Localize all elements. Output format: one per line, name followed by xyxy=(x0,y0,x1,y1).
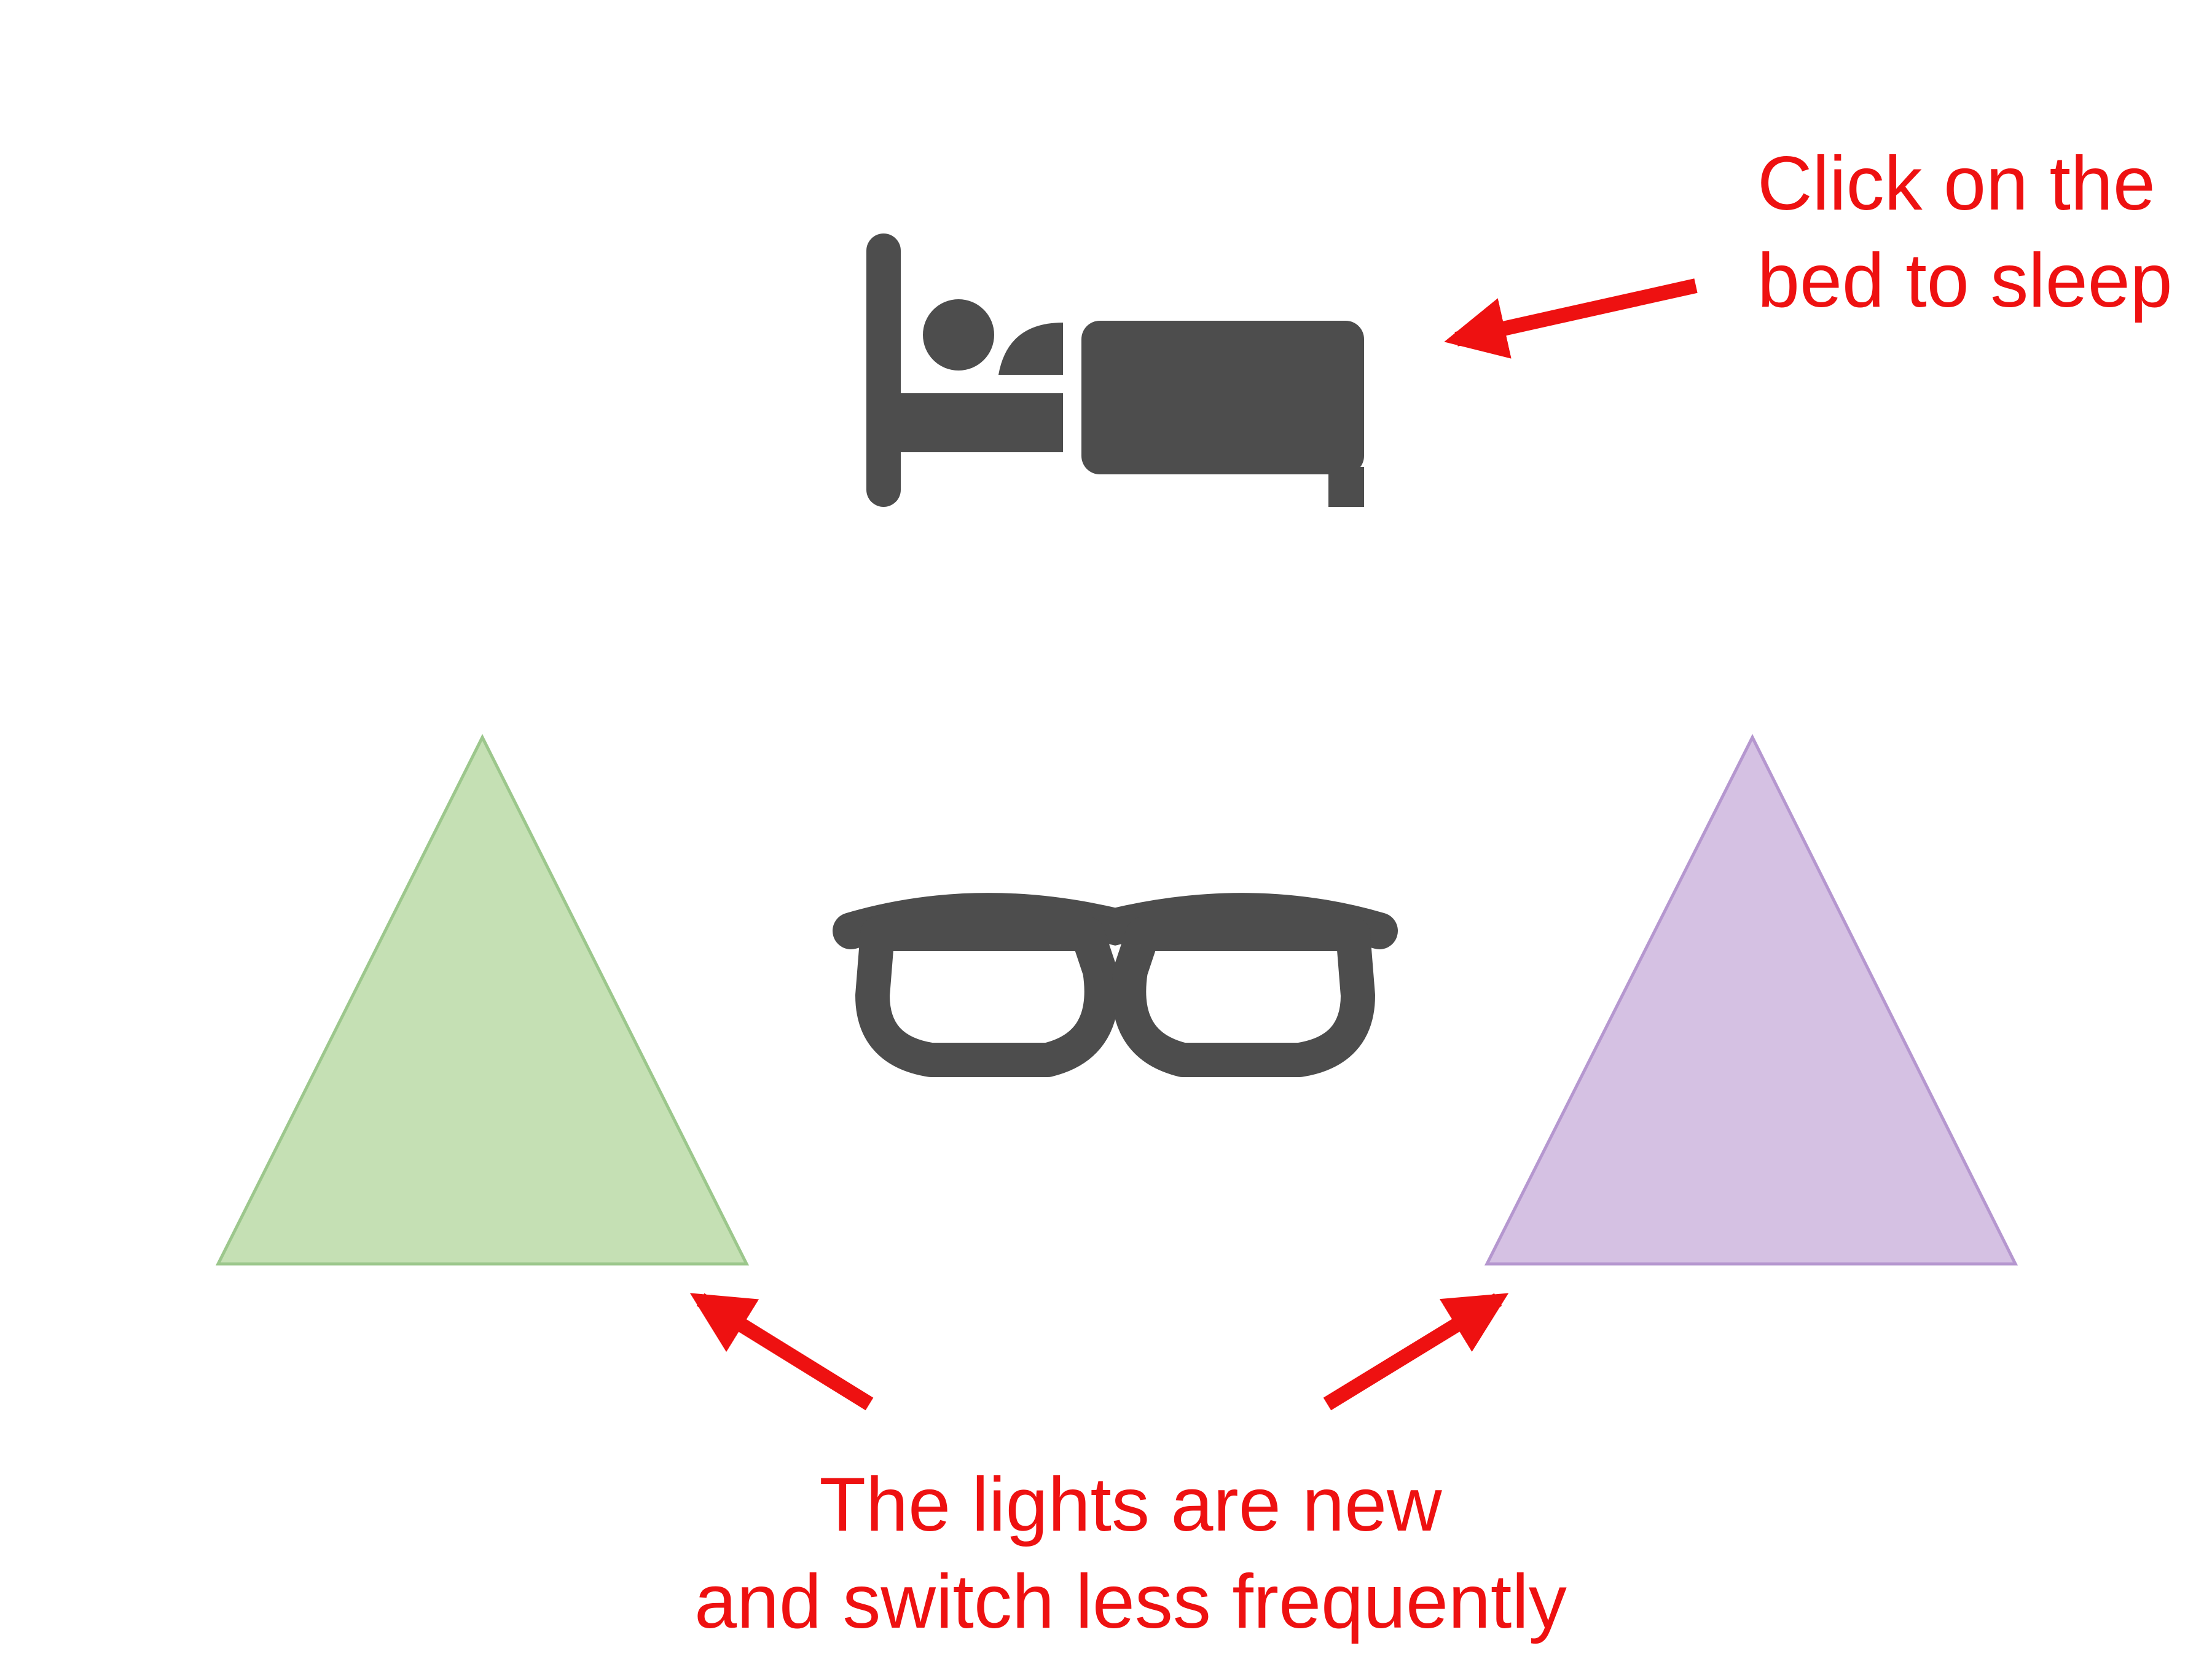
bed-pillow xyxy=(998,323,1063,375)
glasses-left-lens xyxy=(855,917,1119,1077)
bed-annotation-line2: bed to sleep xyxy=(1757,238,2173,323)
bed-headboard xyxy=(866,233,901,507)
glasses-icon[interactable] xyxy=(833,893,1398,1077)
bed-base xyxy=(866,393,1063,452)
bed-icon[interactable] xyxy=(866,233,1364,507)
bed-blanket xyxy=(1081,321,1364,474)
lights-annotation-line1: The lights are new xyxy=(819,1462,1442,1547)
bed-arrow xyxy=(1444,278,1698,359)
bed-annotation-line1: Click on the xyxy=(1757,141,2155,226)
green-light-triangle[interactable] xyxy=(215,734,750,1266)
bed-foot-leg xyxy=(1328,467,1364,507)
bed-pillow-head xyxy=(923,299,994,371)
purple-light-triangle[interactable] xyxy=(1484,734,2018,1266)
glasses-right-lens xyxy=(1112,917,1375,1077)
right-light-arrow xyxy=(1323,1293,1509,1411)
bed-annotation: Click on the bed to sleep xyxy=(1757,135,2173,329)
left-light-arrow xyxy=(689,1293,874,1411)
lights-annotation: The lights are new and switch less frequ… xyxy=(651,1456,1610,1650)
lights-annotation-line2: and switch less frequently xyxy=(694,1559,1567,1644)
